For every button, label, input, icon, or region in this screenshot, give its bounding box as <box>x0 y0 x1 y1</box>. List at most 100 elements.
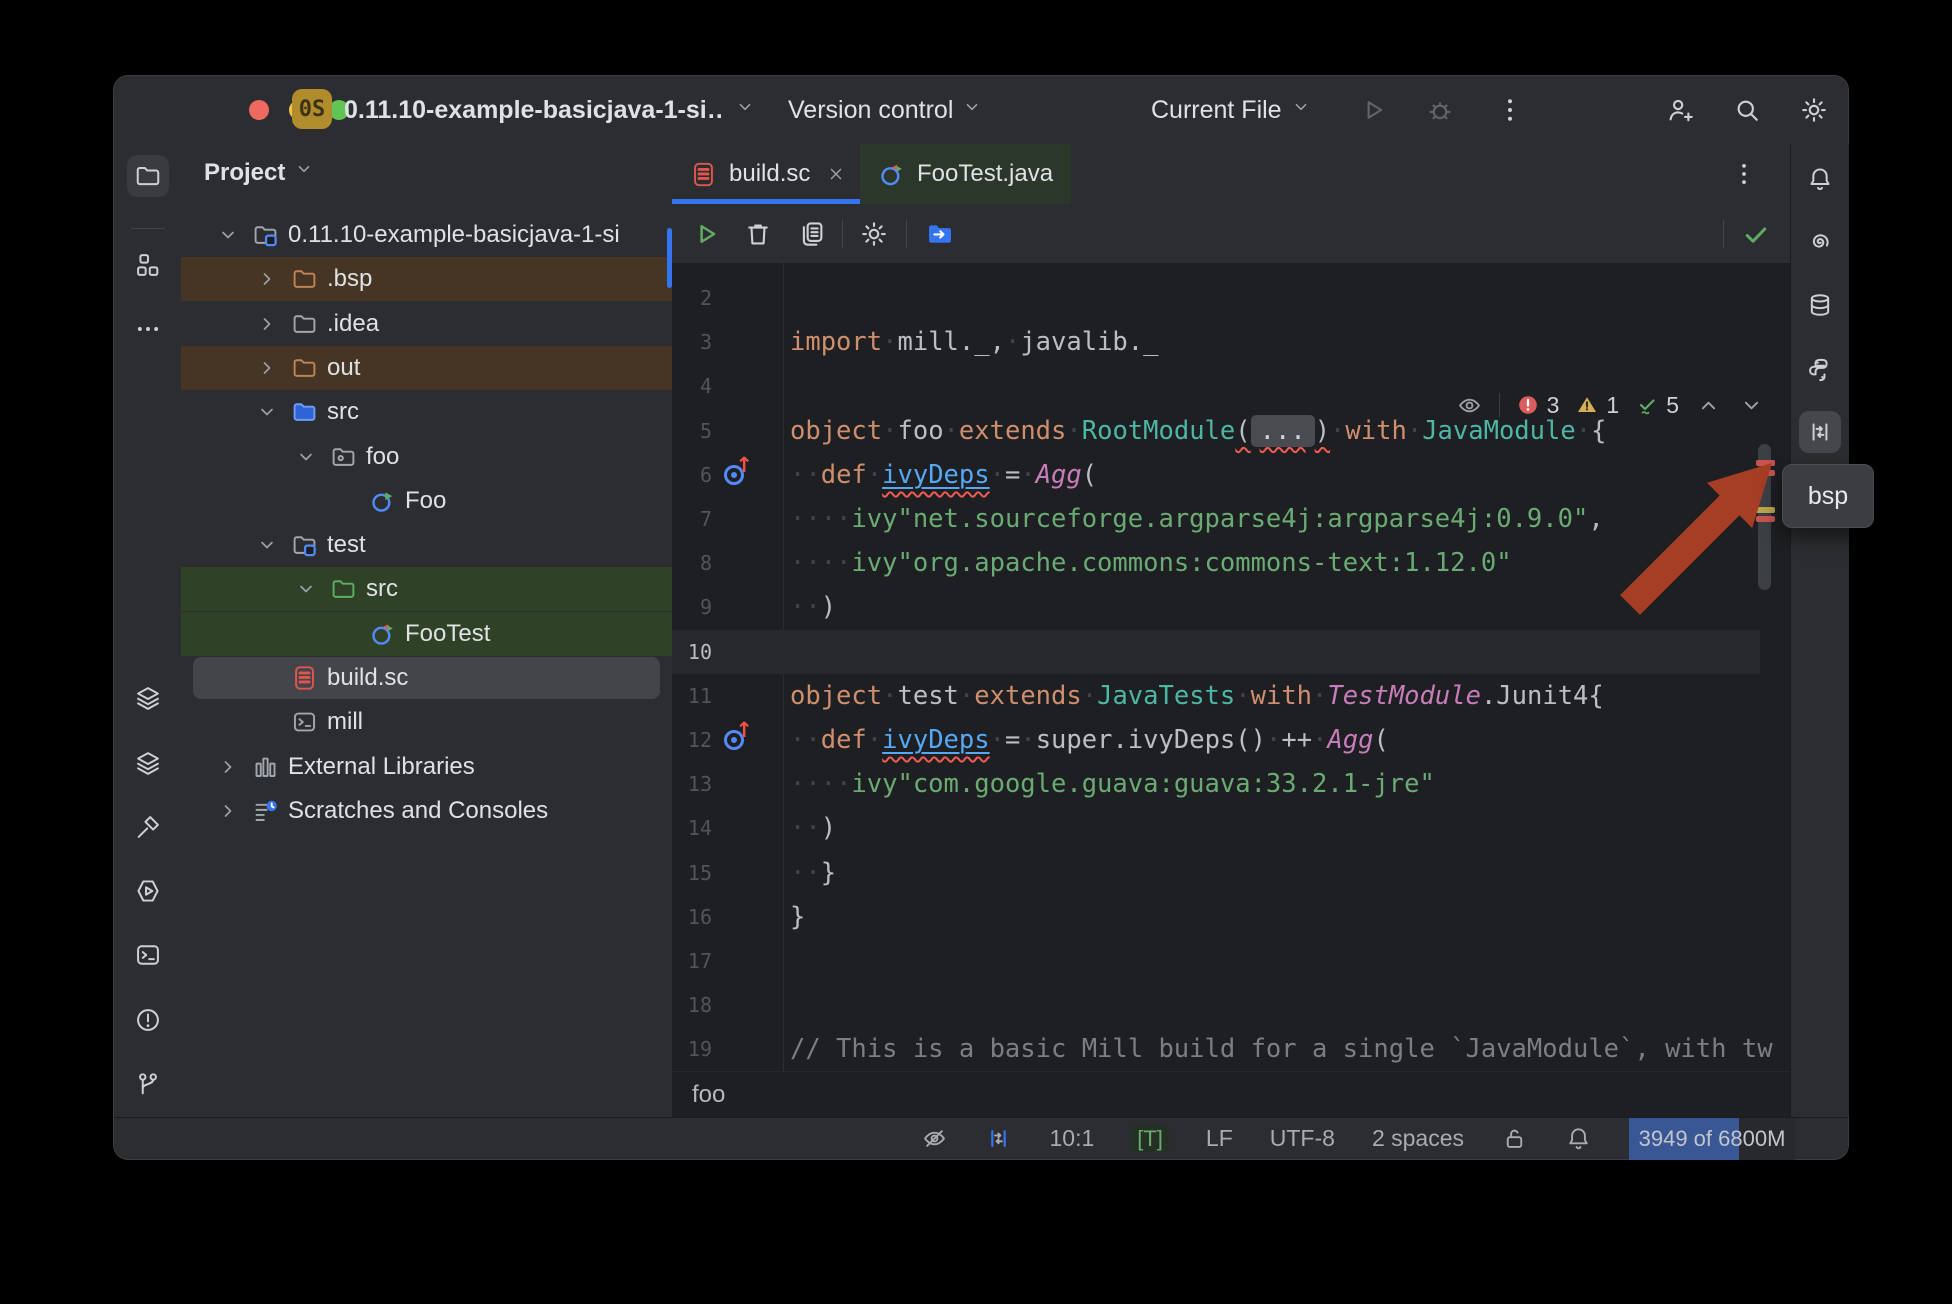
layers-2-tool-button[interactable] <box>131 746 165 780</box>
desktop: 0S 0.11.10-example-basicjava-1-si… Versi… <box>0 0 1952 1304</box>
run-gutter-icon[interactable]: ↑ <box>723 462 749 488</box>
layers-tool-button[interactable] <box>131 681 165 715</box>
services-tool-button[interactable] <box>131 874 165 908</box>
chevron-right-icon[interactable] <box>216 755 240 779</box>
chevron-down-icon[interactable] <box>294 445 318 469</box>
settings-button[interactable] <box>858 218 890 250</box>
chevron-right-icon[interactable] <box>216 799 240 823</box>
run-task-button[interactable] <box>690 218 722 250</box>
tree-item-test[interactable]: test <box>181 523 672 567</box>
chevron-down-icon[interactable] <box>216 223 240 247</box>
folder-gray-icon <box>291 310 318 337</box>
structure-tool-button[interactable] <box>131 248 165 282</box>
close-tab-icon[interactable] <box>826 164 846 184</box>
tree-item-foo[interactable]: Foo <box>181 479 672 523</box>
debug-icon[interactable] <box>1424 94 1456 126</box>
tree-item-mill[interactable]: mill <box>181 700 672 744</box>
tree-item-label: test <box>327 531 366 559</box>
tree-item-footest[interactable]: FooTest <box>181 612 672 656</box>
tree-item-bsp[interactable]: .bsp <box>181 257 672 301</box>
tab-build-sc[interactable]: build.sc <box>672 144 864 204</box>
select-opened-file-button[interactable] <box>924 218 956 250</box>
breadcrumb-item[interactable]: foo <box>692 1081 725 1109</box>
close-window-button[interactable] <box>249 100 269 120</box>
more-tools-button[interactable] <box>131 312 165 346</box>
project-panel-header[interactable]: Project <box>204 158 315 187</box>
memory-indicator[interactable]: 3949 of 6800M <box>1629 1118 1795 1160</box>
bsp-sync-widget[interactable] <box>985 1125 1012 1152</box>
code-editor[interactable]: 3 1 5 23impor <box>672 263 1790 1071</box>
project-tool-button[interactable] <box>127 155 169 197</box>
code-line-text: ····ivy"net.sourceforge.argparse4j:argpa… <box>790 504 1604 534</box>
tree-item-src[interactable]: src <box>181 567 672 611</box>
stripe-divider <box>131 228 165 229</box>
tree-item-label: .idea <box>327 310 379 338</box>
code-line-12: 12↑··def·ivyDeps·=·super.ivyDeps()·++·Ag… <box>672 718 1790 762</box>
problems-tool-button[interactable] <box>131 1003 165 1037</box>
tree-item-src[interactable]: src <box>181 390 672 434</box>
code-line-17: 17 <box>672 939 1790 983</box>
chevron-down-icon[interactable] <box>294 577 318 601</box>
vcs-menu[interactable]: Version control <box>788 76 983 144</box>
code-line-text: } <box>790 902 805 932</box>
tree-item-label: Foo <box>405 487 446 515</box>
tree-item-label: 0.11.10-example-basicjava-1-si <box>288 221 620 249</box>
tree-item-build-sc[interactable]: build.sc <box>181 656 672 700</box>
delete-button[interactable] <box>742 218 774 250</box>
line-number: 8 <box>672 551 712 575</box>
file-encoding[interactable]: UTF-8 <box>1270 1125 1335 1152</box>
chevron-down-icon <box>961 96 983 125</box>
file-type-badge[interactable]: [T] <box>1131 1126 1169 1152</box>
database-tool-button[interactable] <box>1803 288 1837 322</box>
line-number: 4 <box>672 374 712 398</box>
ok-status-icon[interactable] <box>1740 218 1772 250</box>
folder-package-icon <box>330 443 357 470</box>
chevron-right-icon[interactable] <box>255 312 279 336</box>
line-number: 10 <box>672 640 712 664</box>
code-line-text: ··def·ivyDeps·=·super.ivyDeps()·++·Agg( <box>790 725 1389 755</box>
project-badge[interactable]: 0S <box>292 89 332 129</box>
bsp-tool-button[interactable] <box>1799 411 1841 453</box>
git-tool-button[interactable] <box>131 1067 165 1101</box>
code-line-text: ····ivy"org.apache.commons:commons-text:… <box>790 548 1512 578</box>
editor-area: build.sc FooTest.java <box>672 144 1790 1117</box>
chevron-down-icon[interactable] <box>255 533 279 557</box>
tree-item-idea[interactable]: .idea <box>181 302 672 346</box>
ai-spiral-tool-button[interactable] <box>1803 224 1837 258</box>
build-tool-button[interactable] <box>131 810 165 844</box>
project-title-menu[interactable]: 0.11.10-example-basicjava-1-si… <box>344 76 756 144</box>
notifications-tool-button[interactable] <box>1803 162 1837 196</box>
more-options-icon[interactable] <box>1494 94 1526 126</box>
vcs-label: Version control <box>788 96 953 125</box>
search-icon[interactable] <box>1731 94 1763 126</box>
copy-button[interactable] <box>796 218 828 250</box>
folded-region[interactable]: ... <box>1251 415 1315 447</box>
tree-item-scratches-and-consoles[interactable]: Scratches and Consoles <box>181 789 672 833</box>
tree-item-out[interactable]: out <box>181 346 672 390</box>
readonly-toggle[interactable] <box>1501 1125 1528 1152</box>
code-line-6: 6↑··def·ivyDeps·=·Agg( <box>672 453 1790 497</box>
add-user-icon[interactable] <box>1664 94 1696 126</box>
highlighting-level-button[interactable] <box>921 1125 948 1152</box>
settings-gear-icon[interactable] <box>1798 94 1830 126</box>
tab-options-icon[interactable] <box>1728 158 1760 190</box>
chevron-right-icon[interactable] <box>255 356 279 380</box>
chevron-right-icon[interactable] <box>255 267 279 291</box>
run-icon[interactable] <box>1357 94 1389 126</box>
tree-item-external-libraries[interactable]: External Libraries <box>181 745 672 789</box>
tab-footest-java[interactable]: FooTest.java <box>860 144 1071 204</box>
chevron-down-icon[interactable] <box>255 400 279 424</box>
python-tool-button[interactable] <box>1803 353 1837 387</box>
run-config-selector[interactable]: Current File <box>1151 76 1312 144</box>
run-gutter-icon[interactable]: ↑ <box>723 727 749 753</box>
terminal-tool-button[interactable] <box>131 938 165 972</box>
line-number: 15 <box>672 861 712 885</box>
indent-style[interactable]: 2 spaces <box>1372 1125 1464 1152</box>
tree-item-foo[interactable]: foo <box>181 435 672 479</box>
caret-position[interactable]: 10:1 <box>1049 1125 1094 1152</box>
notifications-button[interactable] <box>1565 1125 1592 1152</box>
line-separator[interactable]: LF <box>1206 1125 1233 1152</box>
tree-item-0-11-10-example-basicjava-1-si[interactable]: 0.11.10-example-basicjava-1-si <box>181 213 672 257</box>
toolbar-divider <box>842 220 843 248</box>
line-number: 19 <box>672 1037 712 1061</box>
